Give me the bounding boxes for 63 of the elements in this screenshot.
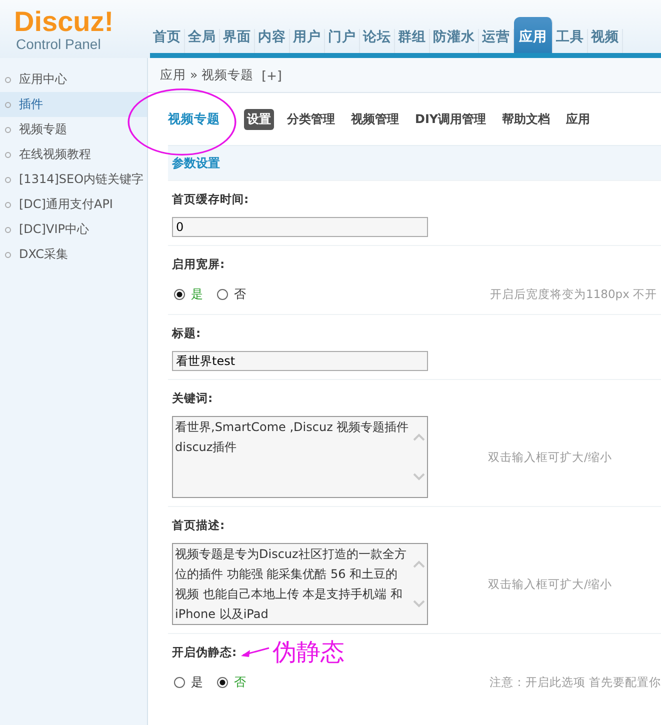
bullet-icon	[5, 252, 11, 258]
radio-button[interactable]	[217, 676, 228, 688]
sidebar-item[interactable]: [DC]VIP中心	[0, 217, 147, 242]
nav-tab[interactable]: 首页	[150, 29, 185, 53]
nav-tab[interactable]: 界面	[220, 29, 255, 53]
nav-tab[interactable]: 内容	[255, 29, 290, 53]
radio-button[interactable]	[174, 676, 185, 688]
sidebar-item[interactable]: 在线视频教程	[0, 142, 147, 167]
radio-label: 否	[234, 674, 246, 690]
tab[interactable]: 分类管理	[284, 108, 338, 130]
hint-text: 开启后宽度将变为1180px 不开	[490, 286, 658, 302]
arrow-icon	[240, 645, 271, 659]
bullet-icon	[5, 102, 11, 108]
field-label: 首页描述:	[172, 518, 225, 532]
bullet-icon	[5, 76, 11, 82]
sidebar-item[interactable]: DXC采集	[0, 242, 147, 267]
nav-tab[interactable]: 视频	[588, 29, 623, 53]
field-label: 启用宽屏:	[172, 256, 225, 272]
bullet-icon	[5, 202, 11, 208]
plugin-title: 视频专题	[168, 110, 220, 128]
breadcrumb: 应用 » 视频专题	[160, 66, 254, 84]
hint-text: 注意：开启此选项 首先要配置你	[489, 674, 661, 690]
tab[interactable]: 帮助文档	[499, 108, 554, 130]
logo-title: Discuz!	[14, 8, 115, 36]
tab[interactable]: 应用	[563, 108, 594, 130]
nav-tab[interactable]: 应用	[514, 17, 553, 53]
hint-text: 双击输入框可扩大/缩小	[488, 450, 612, 464]
nav-tab[interactable]: 全局	[185, 29, 220, 53]
nav-tab[interactable]: 工具	[553, 29, 588, 53]
annotation-text: 伪静态	[272, 640, 345, 664]
hint-text: 双击输入框可扩大/缩小	[488, 576, 612, 592]
input-field[interactable]: 0	[172, 217, 428, 237]
radio-button[interactable]	[217, 288, 228, 300]
nav-tab[interactable]: 论坛	[360, 29, 395, 53]
field-label: 关键词:	[172, 390, 213, 406]
sidebar-item[interactable]: 插件	[0, 92, 147, 117]
add-link[interactable]: [+]	[262, 68, 282, 82]
radio-label: 否	[234, 286, 246, 302]
field-label: 标题:	[172, 326, 201, 340]
bullet-icon	[5, 152, 11, 158]
nav-tab[interactable]: 群组	[395, 29, 430, 53]
tab[interactable]: 设置	[244, 108, 274, 130]
text-area-value: 看世界,SmartCome ,Discuz 视频专题插件 discuz插件	[174, 419, 410, 456]
sidebar-item[interactable]: 应用中心	[0, 67, 147, 92]
tab[interactable]: DIY调用管理	[412, 108, 490, 130]
nav-tab[interactable]: 门户	[325, 29, 360, 53]
input-field[interactable]: 看世界test	[172, 351, 428, 371]
logo-subtitle: Control Panel	[16, 36, 102, 53]
nav-tab[interactable]: 用户	[290, 29, 325, 53]
radio-label: 是	[191, 674, 203, 690]
sidebar-item[interactable]: 视频专题	[0, 117, 147, 142]
sidebar-item[interactable]: [1314]SEO内链关键字	[0, 167, 147, 192]
field-label: 开启伪静态:	[172, 644, 237, 660]
radio-label: 是	[191, 286, 203, 302]
bullet-icon	[5, 126, 11, 132]
bullet-icon	[5, 226, 11, 232]
sidebar-item[interactable]: [DC]通用支付API	[0, 192, 147, 217]
field-label: 首页缓存时间:	[172, 192, 249, 206]
radio-button[interactable]	[174, 288, 185, 300]
section-header: 参数设置	[168, 145, 661, 180]
nav-tab[interactable]: 防灌水	[430, 29, 479, 53]
tab[interactable]: 视频管理	[348, 108, 402, 130]
bullet-icon	[5, 176, 11, 182]
